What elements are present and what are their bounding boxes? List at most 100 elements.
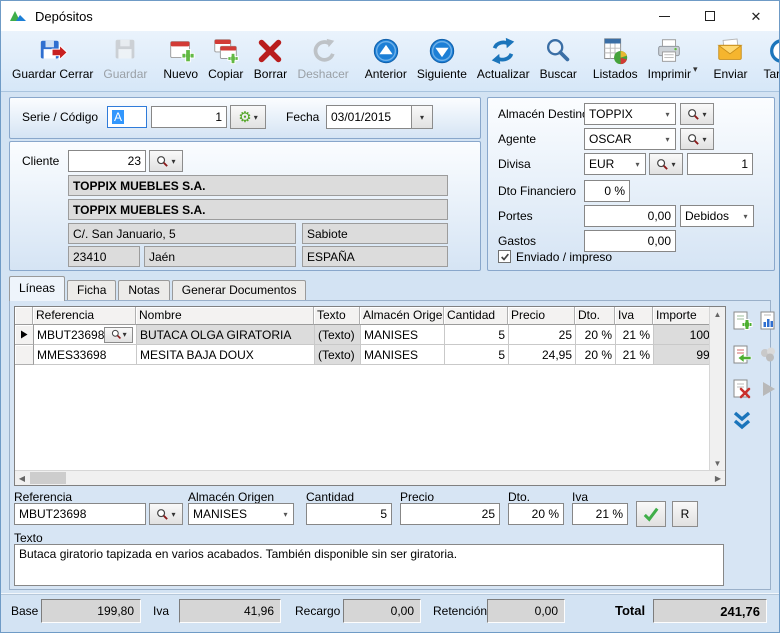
almacen-destino-combo[interactable]: TOPPIX ▾ bbox=[584, 103, 676, 125]
cambio-input[interactable]: 1 bbox=[687, 153, 753, 175]
nuevo-button[interactable]: Nuevo bbox=[158, 33, 203, 90]
editor-almacen-combo[interactable]: MANISES ▾ bbox=[188, 503, 294, 525]
agente-label: Agente bbox=[498, 132, 536, 146]
cell-importe[interactable]: 100, bbox=[654, 325, 709, 345]
enviar-button[interactable]: Enviar bbox=[708, 33, 752, 90]
insert-line-button[interactable] bbox=[730, 343, 754, 367]
cliente-search-button[interactable]: ▾ bbox=[149, 150, 183, 172]
editor-iva-input[interactable]: 21 % bbox=[572, 503, 628, 525]
editor-cantidad-input[interactable]: 5 bbox=[306, 503, 392, 525]
add-line-button[interactable] bbox=[730, 309, 754, 333]
cell-almacen[interactable]: MANISES bbox=[361, 325, 445, 345]
grid-header-almacen-origen[interactable]: Almacén Origen bbox=[360, 307, 444, 325]
tab-notas[interactable]: Notas bbox=[118, 280, 169, 301]
editor-referencia-input[interactable]: MBUT23698 bbox=[14, 503, 146, 525]
cell-precio[interactable]: 24,95 bbox=[509, 345, 576, 365]
grid-header-dto[interactable]: Dto. bbox=[575, 307, 615, 325]
cell-almacen[interactable]: MANISES bbox=[361, 345, 445, 365]
components-button[interactable] bbox=[756, 343, 780, 367]
editor-precio-input[interactable]: 25 bbox=[400, 503, 500, 525]
editor-dto-input[interactable]: 20 % bbox=[508, 503, 564, 525]
tab-generar-documentos[interactable]: Generar Documentos bbox=[172, 280, 307, 301]
current-row-marker bbox=[15, 325, 34, 345]
dto-financiero-input[interactable]: 0 % bbox=[584, 180, 630, 202]
editor-referencia-search-button[interactable]: ▾ bbox=[149, 503, 183, 525]
guardar-cerrar-button[interactable]: Guardar Cerrar bbox=[7, 33, 98, 90]
close-button[interactable]: ✕ bbox=[733, 1, 779, 31]
grid-header-iva[interactable]: Iva bbox=[615, 307, 653, 325]
grid-header-cantidad[interactable]: Cantidad bbox=[444, 307, 508, 325]
cell-iva[interactable]: 21 % bbox=[616, 325, 654, 345]
codigo-options-button[interactable]: ⚙ ▾ bbox=[230, 105, 266, 129]
almacen-destino-label: Almacén Destino bbox=[498, 107, 589, 121]
fecha-dropdown-button[interactable]: ▾ bbox=[411, 105, 433, 129]
table-row[interactable]: MMES33698 MESITA BAJA DOUX (Texto) MANIS… bbox=[15, 345, 709, 365]
cell-dto[interactable]: 20 % bbox=[576, 325, 616, 345]
cell-nombre[interactable]: MESITA BAJA DOUX bbox=[137, 345, 315, 365]
tab-ficha[interactable]: Ficha bbox=[67, 280, 116, 301]
minimize-button[interactable] bbox=[641, 1, 687, 31]
cell-texto[interactable]: (Texto) bbox=[315, 345, 361, 365]
scroll-right-icon[interactable]: ▶ bbox=[711, 471, 725, 485]
grid-header-texto[interactable]: Texto bbox=[314, 307, 360, 325]
cell-cantidad[interactable]: 5 bbox=[445, 325, 509, 345]
gastos-input[interactable]: 0,00 bbox=[584, 230, 676, 252]
grid-header-importe[interactable]: Importe bbox=[653, 307, 709, 325]
agente-search-button[interactable]: ▾ bbox=[680, 128, 714, 150]
r-button[interactable]: R bbox=[672, 501, 698, 527]
tareas-button[interactable]: Tareas bbox=[759, 33, 780, 90]
portes-input[interactable]: 0,00 bbox=[584, 205, 676, 227]
divisa-search-button[interactable]: ▾ bbox=[649, 153, 683, 175]
tab-lineas[interactable]: Líneas bbox=[9, 276, 65, 301]
cell-referencia[interactable]: MBUT23698 ▾ bbox=[34, 325, 137, 345]
cell-cantidad[interactable]: 5 bbox=[445, 345, 509, 365]
grid-header-precio[interactable]: Precio bbox=[508, 307, 575, 325]
grid-horizontal-scrollbar[interactable]: ◀ ▶ bbox=[15, 470, 725, 485]
cell-importe[interactable]: 99, bbox=[654, 345, 709, 365]
codigo-input[interactable]: 1 bbox=[151, 106, 227, 128]
window-controls: ✕ bbox=[641, 1, 779, 31]
cliente-codigo-input[interactable]: 23 bbox=[68, 150, 146, 172]
divisa-combo[interactable]: EUR ▾ bbox=[584, 153, 646, 175]
cell-referencia[interactable]: MMES33698 bbox=[34, 345, 137, 365]
grid-header-nombre[interactable]: Nombre bbox=[136, 307, 314, 325]
scroll-left-icon[interactable]: ◀ bbox=[15, 471, 29, 485]
cell-iva[interactable]: 21 % bbox=[616, 345, 654, 365]
copiar-button[interactable]: Copiar bbox=[203, 33, 248, 90]
almacen-destino-search-button[interactable]: ▾ bbox=[680, 103, 714, 125]
agente-combo[interactable]: OSCAR ▾ bbox=[584, 128, 676, 150]
confirm-line-button[interactable] bbox=[636, 501, 666, 527]
run-line-button[interactable] bbox=[756, 377, 780, 401]
listados-button[interactable]: Listados bbox=[588, 33, 643, 90]
cell-precio[interactable]: 25 bbox=[509, 325, 576, 345]
serie-input[interactable]: A bbox=[107, 106, 147, 128]
buscar-button[interactable]: Buscar bbox=[535, 33, 582, 90]
delete-line-button[interactable] bbox=[730, 377, 754, 401]
scroll-down-icon[interactable]: ▼ bbox=[711, 456, 725, 470]
siguiente-button[interactable]: Siguiente bbox=[412, 33, 472, 90]
fecha-input[interactable]: 03/01/2015 bbox=[326, 105, 412, 129]
anterior-button[interactable]: Anterior bbox=[360, 33, 412, 90]
imprimir-dropdown-caret[interactable]: ▾ bbox=[693, 64, 698, 75]
enviado-impreso-checkbox[interactable] bbox=[498, 250, 511, 263]
deshacer-button[interactable]: Deshacer bbox=[292, 33, 353, 90]
scroll-up-icon[interactable]: ▲ bbox=[711, 307, 725, 321]
guardar-button[interactable]: Guardar bbox=[98, 33, 152, 90]
borrar-button[interactable]: Borrar bbox=[248, 33, 292, 90]
cell-dto[interactable]: 20 % bbox=[576, 345, 616, 365]
grid-header-referencia[interactable]: Referencia bbox=[33, 307, 136, 325]
actualizar-button[interactable]: Actualizar bbox=[472, 33, 535, 90]
cell-search-button[interactable]: ▾ bbox=[104, 327, 133, 343]
scrollbar-thumb[interactable] bbox=[30, 472, 66, 484]
cell-nombre[interactable]: BUTACA OLGA GIRATORIA bbox=[137, 325, 315, 345]
cell-texto[interactable]: (Texto) bbox=[315, 325, 361, 345]
maximize-button[interactable] bbox=[687, 1, 733, 31]
grid-vertical-scrollbar[interactable]: ▲ ▼ bbox=[709, 307, 725, 470]
scroll-bottom-button[interactable] bbox=[730, 409, 754, 433]
table-row[interactable]: MBUT23698 ▾ BUTACA OLGA GIRATORIA (Texto… bbox=[15, 325, 709, 345]
new-icon bbox=[164, 35, 198, 67]
portes-tipo-combo[interactable]: Debidos ▾ bbox=[680, 205, 754, 227]
line-report-button[interactable] bbox=[756, 309, 780, 333]
imprimir-button[interactable]: Imprimir bbox=[643, 33, 696, 90]
texto-input[interactable]: Butaca giratorio tapizada en varios acab… bbox=[14, 544, 724, 586]
